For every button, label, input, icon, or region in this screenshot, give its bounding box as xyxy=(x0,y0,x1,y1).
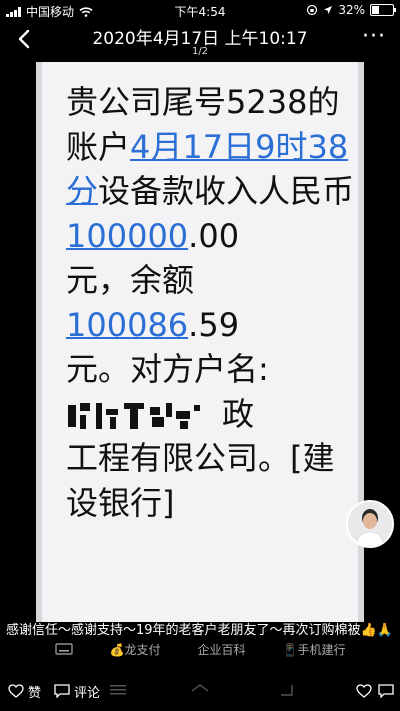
photo-left-edge xyxy=(36,62,42,622)
sms-company-suffix: 工程有限公司。[建设银行] xyxy=(66,439,335,522)
location-icon xyxy=(324,6,333,14)
sms-amount-cents: .00 xyxy=(188,216,240,255)
nav-hints xyxy=(0,680,400,700)
person-icon xyxy=(348,502,392,546)
sms-amount: 100000 xyxy=(66,216,189,255)
bank-button-mobile[interactable]: 📱手机建行 xyxy=(283,641,346,658)
bank-button-pay[interactable]: 💰龙支付 xyxy=(110,641,161,658)
orientation-lock-icon xyxy=(307,4,318,16)
photo[interactable]: 贵公司尾号5238的账户4月17日9时38分设备款收入人民币 100000.00… xyxy=(36,62,364,622)
sms-payer-tail: 政 xyxy=(222,394,255,433)
avatar[interactable] xyxy=(346,500,394,548)
more-options-icon[interactable]: ··· xyxy=(362,24,386,49)
battery-icon xyxy=(370,4,396,16)
redacted-name xyxy=(66,401,216,431)
bank-shortcut-row: 💰龙支付 企业百科 📱手机建行 xyxy=(36,638,364,660)
bank-button-wiki[interactable]: 企业百科 xyxy=(197,641,245,658)
sms-deposit-label: 设备款收入人民币 xyxy=(98,172,355,210)
sms-balance: 100086 xyxy=(66,305,189,344)
home-icon xyxy=(191,684,209,692)
page-indicator: 1/2 xyxy=(191,46,209,57)
sms-payer-label: 元。对方户名: xyxy=(66,350,269,388)
menu-icon xyxy=(110,685,126,695)
viewer-header: 2020年4月17日 上午10:17 1/2 ··· xyxy=(0,20,400,60)
sms-balance-cents: .59 xyxy=(188,305,240,344)
battery-percent: 32% xyxy=(338,3,365,17)
back-nav-icon xyxy=(281,685,293,696)
sms-text: 贵公司尾号5238的账户4月17日9时38分设备款收入人民币 100000.00… xyxy=(66,80,356,525)
keyboard-icon[interactable] xyxy=(54,643,73,655)
status-right: 32% xyxy=(306,3,396,17)
sms-balance-label: 元，余额 xyxy=(66,261,195,299)
status-bar: 中国移动 下午4:54 32% xyxy=(0,0,400,20)
